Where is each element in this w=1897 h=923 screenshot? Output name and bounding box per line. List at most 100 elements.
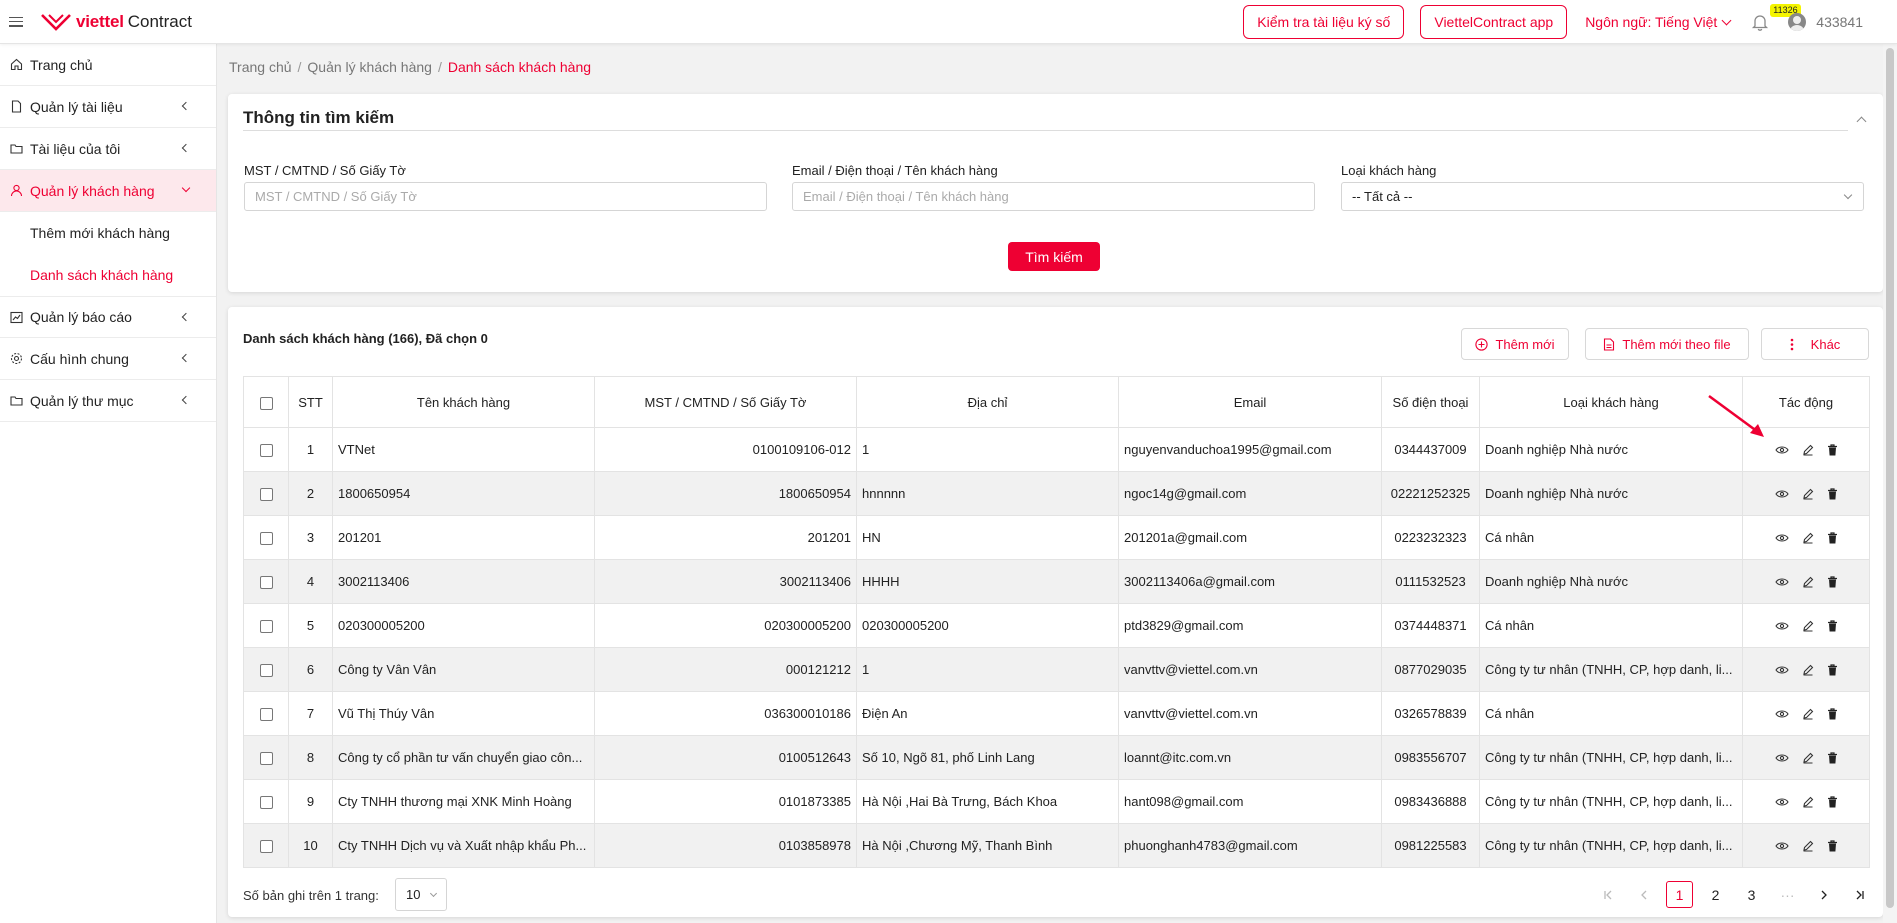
edit-pencil-icon[interactable]	[1802, 532, 1814, 544]
delete-trash-icon[interactable]	[1827, 575, 1838, 588]
sidebar-subitem-add-customer[interactable]: Thêm mới khách hàng	[0, 212, 216, 254]
add-by-file-button[interactable]: Thêm mới theo file	[1585, 328, 1749, 360]
first-page-button[interactable]	[1594, 881, 1621, 908]
edit-pencil-icon[interactable]	[1802, 620, 1814, 632]
phone-cell: 02221252325	[1381, 471, 1480, 516]
customer-name-cell: Vũ Thị Thúy Vân	[332, 691, 595, 736]
row-checkbox[interactable]	[259, 620, 273, 634]
delete-trash-icon[interactable]	[1827, 839, 1838, 852]
customer-type-label: Loại khách hàng	[1341, 163, 1437, 178]
notification-bell[interactable]: 11326	[1750, 4, 1801, 32]
view-eye-icon[interactable]	[1774, 533, 1789, 543]
row-checkbox[interactable]	[259, 796, 273, 810]
sidebar-item-my-documents[interactable]: Tài liệu của tôi	[0, 128, 216, 170]
row-checkbox[interactable]	[259, 488, 273, 502]
customer-type-select[interactable]: -- Tất cả --	[1341, 182, 1864, 211]
edit-pencil-icon[interactable]	[1802, 444, 1814, 456]
sidebar-item-label: Trang chủ	[30, 56, 93, 73]
delete-trash-icon[interactable]	[1827, 663, 1838, 676]
delete-trash-icon[interactable]	[1827, 795, 1838, 808]
username[interactable]: 433841	[1816, 14, 1863, 30]
address-cell: 1	[856, 647, 1119, 692]
viettelcontract-app-button[interactable]: ViettelContract app	[1420, 5, 1568, 39]
breadcrumb-customer-management[interactable]: Quản lý khách hàng	[307, 59, 432, 75]
sidebar-item-customer-management[interactable]: Quản lý khách hàng	[0, 170, 216, 212]
avatar[interactable]	[1788, 13, 1807, 31]
view-eye-icon[interactable]	[1774, 621, 1789, 631]
more-button[interactable]: Khác	[1761, 328, 1869, 360]
tax-id-input[interactable]	[244, 182, 767, 211]
row-checkbox-cell	[243, 823, 289, 868]
delete-trash-icon[interactable]	[1827, 487, 1838, 500]
page-button-2[interactable]: 2	[1702, 881, 1729, 908]
edit-pencil-icon[interactable]	[1802, 576, 1814, 588]
chevron-down-icon	[429, 889, 438, 898]
edit-pencil-icon[interactable]	[1802, 708, 1814, 720]
chevron-down-icon	[181, 183, 191, 193]
row-checkbox[interactable]	[259, 664, 273, 678]
view-eye-icon[interactable]	[1774, 445, 1789, 455]
table-row: 7 Vũ Thị Thúy Vân 036300010186 Điện An vanvt…	[243, 691, 1870, 736]
edit-pencil-icon[interactable]	[1802, 840, 1814, 852]
email-cell: 3002113406a@gmail.com	[1118, 559, 1382, 604]
row-checkbox[interactable]	[259, 840, 273, 854]
page-button-3[interactable]: 3	[1738, 881, 1765, 908]
delete-trash-icon[interactable]	[1827, 443, 1838, 456]
edit-pencil-icon[interactable]	[1802, 488, 1814, 500]
language-selector[interactable]: Ngôn ngữ: Tiếng Việt	[1585, 14, 1732, 30]
actions-cell	[1742, 515, 1870, 560]
table-row: 5 020300005200 020300005200 020300005200 ptd…	[243, 603, 1870, 648]
delete-trash-icon[interactable]	[1827, 619, 1838, 632]
vertical-scrollbar[interactable]	[1883, 44, 1897, 923]
view-eye-icon[interactable]	[1774, 841, 1789, 851]
page-button-1[interactable]: 1	[1666, 881, 1693, 908]
next-page-button[interactable]	[1810, 881, 1837, 908]
address-cell: Điện An	[856, 691, 1119, 736]
sidebar-item-document-management[interactable]: Quản lý tài liệu	[0, 86, 216, 128]
edit-pencil-icon[interactable]	[1802, 752, 1814, 764]
view-eye-icon[interactable]	[1774, 665, 1789, 675]
view-eye-icon[interactable]	[1774, 709, 1789, 719]
delete-trash-icon[interactable]	[1827, 707, 1838, 720]
logo[interactable]: viettel Contract	[41, 12, 192, 32]
sidebar-item-home[interactable]: Trang chủ	[0, 44, 216, 86]
row-checkbox[interactable]	[259, 444, 273, 458]
view-eye-icon[interactable]	[1774, 797, 1789, 807]
edit-pencil-icon[interactable]	[1802, 796, 1814, 808]
view-eye-icon[interactable]	[1774, 489, 1789, 499]
sidebar-item-general-config[interactable]: Cấu hình chung	[0, 338, 216, 380]
contact-input[interactable]	[792, 182, 1315, 211]
menu-toggle-icon[interactable]	[9, 16, 23, 27]
row-checkbox[interactable]	[259, 532, 273, 546]
select-all-checkbox[interactable]	[259, 396, 273, 410]
add-customer-button[interactable]: Thêm mới	[1461, 328, 1569, 360]
page-ellipsis[interactable]: ···	[1774, 881, 1801, 908]
chevron-up-icon[interactable]	[1856, 116, 1867, 127]
first-page-icon	[1603, 890, 1611, 899]
row-index-cell: 6	[288, 647, 333, 692]
sidebar-item-folder-management[interactable]: Quản lý thư mục	[0, 380, 216, 422]
row-checkbox-cell	[243, 691, 289, 736]
sidebar-item-report-management[interactable]: Quản lý báo cáo	[0, 296, 216, 338]
view-eye-icon[interactable]	[1774, 753, 1789, 763]
delete-trash-icon[interactable]	[1827, 531, 1838, 544]
row-checkbox[interactable]	[259, 708, 273, 722]
page-size-select[interactable]: 10	[395, 878, 447, 911]
last-page-button[interactable]	[1846, 881, 1873, 908]
view-eye-icon[interactable]	[1774, 577, 1789, 587]
customer-name-cell: 3002113406	[332, 559, 595, 604]
table-row: 10 Cty TNHH Dịch vụ và Xuất nhập khẩu Ph.…	[243, 823, 1870, 868]
search-button[interactable]: Tìm kiếm	[1008, 242, 1100, 271]
actions-cell	[1742, 647, 1870, 692]
scrollbar-thumb[interactable]	[1886, 48, 1894, 908]
delete-trash-icon[interactable]	[1827, 751, 1838, 764]
edit-pencil-icon[interactable]	[1802, 664, 1814, 676]
email-cell: phuonghanh4783@gmail.com	[1118, 823, 1382, 868]
row-checkbox[interactable]	[259, 576, 273, 590]
row-checkbox[interactable]	[259, 752, 273, 766]
sidebar-subitem-customer-list[interactable]: Danh sách khách hàng	[0, 254, 216, 296]
prev-page-button[interactable]	[1630, 881, 1657, 908]
breadcrumb-home[interactable]: Trang chủ	[229, 59, 292, 75]
check-signed-document-button[interactable]: Kiểm tra tài liệu ký số	[1243, 5, 1405, 39]
tax-id-cell: 020300005200	[594, 603, 857, 648]
